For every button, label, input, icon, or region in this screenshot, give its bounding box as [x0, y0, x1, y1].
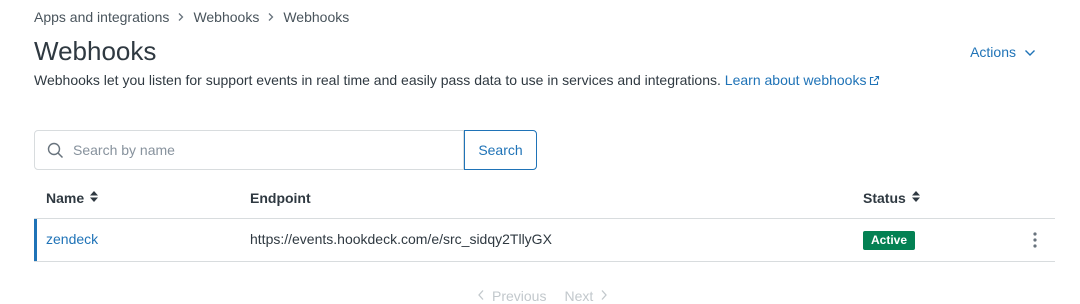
- chevron-right-icon: [266, 12, 276, 22]
- webhook-name-link[interactable]: zendeck: [46, 231, 98, 247]
- sort-icon: [911, 190, 921, 206]
- page-description: Webhooks let you listen for support even…: [34, 71, 880, 90]
- external-link-icon: [869, 72, 880, 90]
- chevron-left-icon: [477, 288, 485, 304]
- webhooks-page: Apps and integrations Webhooks Webhooks …: [0, 0, 1080, 304]
- previous-page-button[interactable]: Previous: [477, 288, 546, 304]
- chevron-down-icon: [1024, 44, 1036, 60]
- column-label-status: Status: [863, 190, 906, 206]
- row-selected-indicator: [34, 219, 37, 261]
- pagination: Previous Next: [477, 288, 608, 304]
- webhook-endpoint: https://events.hookdeck.com/e/src_sidqy2…: [250, 231, 552, 247]
- table-row: zendeck https://events.hookdeck.com/e/sr…: [34, 219, 1055, 262]
- search-button[interactable]: Search: [464, 130, 537, 170]
- search-bar: Search: [34, 130, 537, 170]
- overflow-menu-icon[interactable]: [1027, 231, 1043, 249]
- column-header-endpoint: Endpoint: [250, 190, 311, 206]
- next-label: Next: [564, 288, 594, 304]
- breadcrumb-item-apps[interactable]: Apps and integrations: [34, 8, 169, 26]
- status-cell: Active: [863, 231, 916, 250]
- column-label-name: Name: [46, 190, 85, 206]
- column-label-endpoint: Endpoint: [250, 190, 311, 206]
- actions-dropdown[interactable]: Actions: [970, 44, 1036, 60]
- breadcrumb-item-current: Webhooks: [283, 9, 350, 25]
- search-field: [34, 130, 464, 170]
- search-input[interactable]: [71, 141, 455, 159]
- column-header-status[interactable]: Status: [863, 190, 921, 206]
- search-icon: [47, 142, 64, 164]
- breadcrumb: Apps and integrations Webhooks Webhooks: [34, 8, 349, 26]
- status-badge: Active: [863, 231, 916, 250]
- column-header-name[interactable]: Name: [46, 190, 99, 206]
- table-header: Name Endpoint Status: [34, 180, 1055, 219]
- learn-link-label: Learn about webhooks: [724, 72, 867, 88]
- sort-icon: [89, 190, 99, 206]
- next-page-button[interactable]: Next: [564, 288, 608, 304]
- description-text: Webhooks let you listen for support even…: [34, 72, 721, 88]
- actions-label: Actions: [970, 44, 1016, 60]
- chevron-right-icon: [176, 12, 186, 22]
- breadcrumb-item-webhooks[interactable]: Webhooks: [193, 8, 259, 26]
- page-title: Webhooks: [34, 36, 157, 66]
- learn-about-webhooks-link[interactable]: Learn about webhooks: [725, 72, 881, 88]
- chevron-right-icon: [600, 288, 608, 304]
- previous-label: Previous: [492, 288, 547, 304]
- webhooks-table: Name Endpoint Status zendeck https://eve…: [34, 180, 1055, 262]
